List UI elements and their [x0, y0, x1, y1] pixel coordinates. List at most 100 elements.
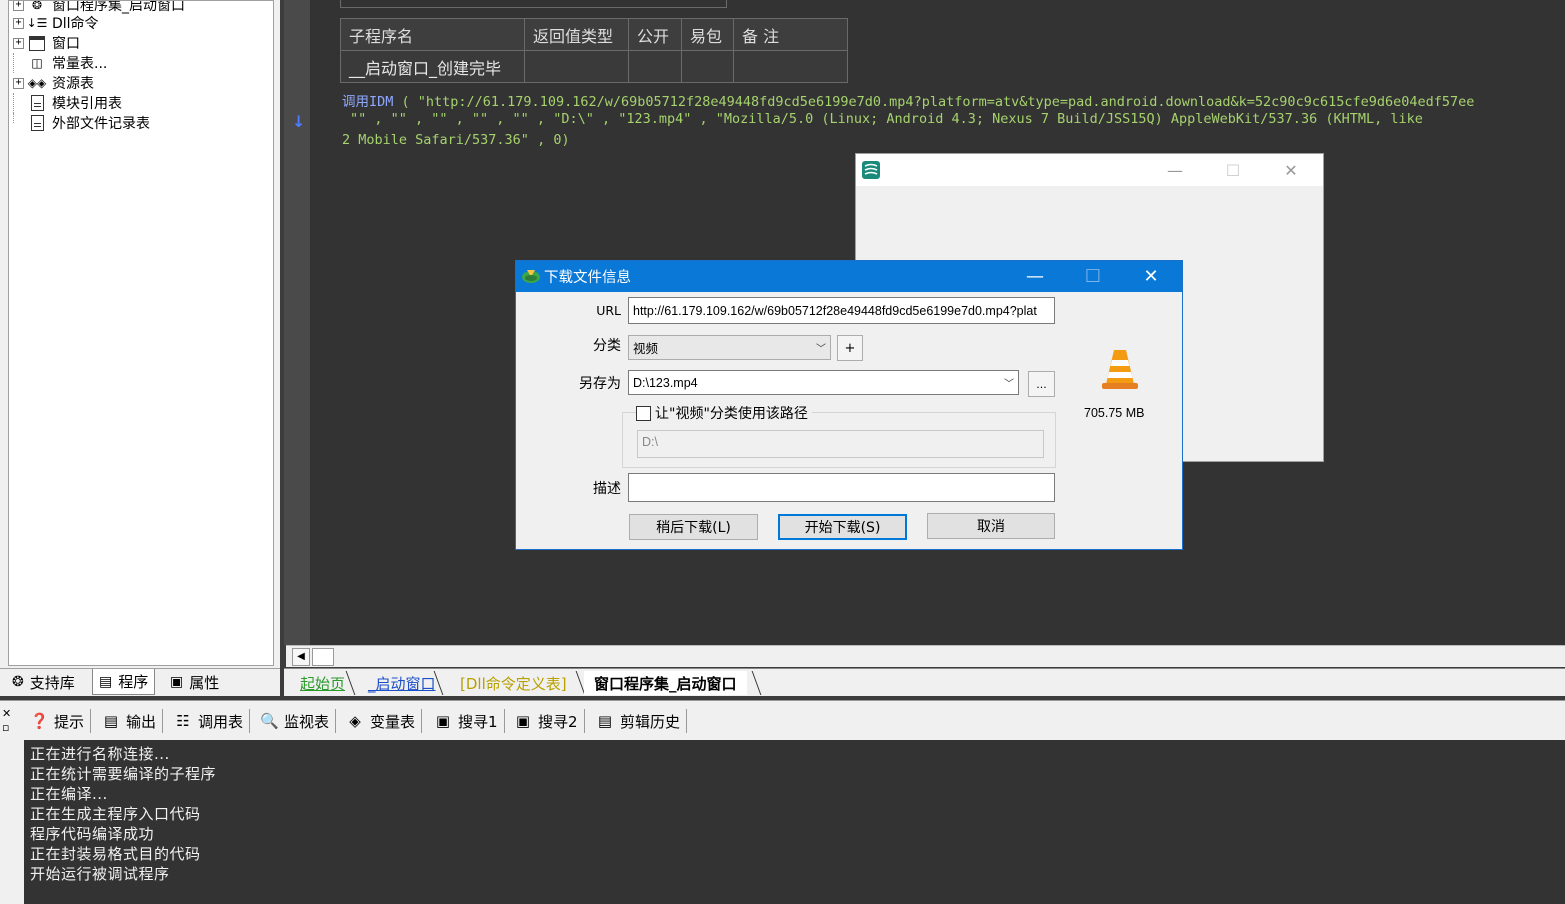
- add-category-button[interactable]: +: [837, 335, 863, 361]
- remember-path-option[interactable]: 让"视频"分类使用该路径: [636, 403, 812, 423]
- code-line-1[interactable]: 调用IDM ( "http://61.179.109.162/w/69b0571…: [342, 90, 1474, 110]
- close-icon[interactable]: ✕: [1262, 154, 1320, 186]
- code-line-2[interactable]: "" , "" , "" , "" , "" , "D:\" , "123.mp…: [350, 111, 1423, 127]
- tab-search1[interactable]: ▣ 搜寻1: [434, 709, 505, 733]
- hint-icon: ❓: [30, 712, 49, 730]
- saveas-field[interactable]: D:\123.mp4 ﹀: [628, 370, 1019, 395]
- tab-label: 提示: [54, 712, 85, 731]
- function-name: 调用IDM: [342, 94, 394, 110]
- tab-search2[interactable]: ▣ 搜寻2: [514, 709, 585, 733]
- tab-start-page[interactable]: 起始页: [290, 671, 355, 695]
- tree-item-resource-table[interactable]: + ◈◈ 资源表: [9, 73, 94, 93]
- constant-table-icon: ◫: [31, 56, 43, 70]
- browse-button[interactable]: ...: [1028, 371, 1055, 397]
- tab-dll-definitions[interactable]: [Dll命令定义表]: [450, 671, 577, 695]
- tab-label: 变量表: [370, 712, 416, 731]
- library-icon: ❂: [12, 674, 24, 690]
- tree-item-module-reference[interactable]: 模块引用表: [9, 93, 122, 113]
- tree-item-label: 常量表...: [52, 56, 108, 72]
- tree-item-label: 外部文件记录表: [52, 116, 150, 132]
- scroll-left-icon[interactable]: ◀: [292, 648, 310, 666]
- scroll-thumb[interactable]: [312, 648, 334, 666]
- category-value: 视频: [633, 342, 659, 356]
- tab-label: 支持库: [29, 673, 75, 692]
- tab-startup-window[interactable]: _启动窗口: [358, 671, 446, 695]
- chevron-down-icon[interactable]: ﹀: [812, 336, 830, 359]
- saveas-value: D:\123.mp4: [633, 375, 698, 390]
- properties-icon: ▣: [170, 674, 184, 690]
- description-label: 描述: [593, 481, 621, 497]
- minimize-icon[interactable]: —: [1006, 261, 1064, 292]
- column-header: 子程序名: [340, 18, 525, 51]
- tree-item-external-file[interactable]: 外部文件记录表: [9, 113, 150, 133]
- dialog-titlebar[interactable]: 下载文件信息 — ☐ ✕: [516, 261, 1182, 292]
- output-line: 正在生成主程序入口代码: [30, 805, 201, 823]
- subroutine-name-cell[interactable]: __启动窗口_创建完毕: [340, 50, 525, 83]
- tab-call-table[interactable]: ☷ 调用表: [174, 709, 251, 733]
- public-cell[interactable]: [628, 50, 682, 83]
- table-row[interactable]: __启动窗口_创建完毕: [340, 50, 848, 83]
- expand-icon[interactable]: +: [13, 17, 24, 29]
- column-header: 公开: [628, 18, 682, 51]
- search2-icon: ▣: [515, 712, 531, 730]
- breakpoint-arrow-icon: ↓: [292, 112, 306, 131]
- tree-item-constant-table[interactable]: ◫ 常量表...: [9, 53, 107, 73]
- file-size: 705.75 MB: [1084, 406, 1145, 420]
- cancel-button[interactable]: 取消: [927, 513, 1055, 539]
- output-line: 程序代码编译成功: [30, 825, 155, 843]
- table-header-row: 子程序名 返回值类型 公开 易包 备 注: [340, 18, 848, 51]
- expand-icon[interactable]: +: [13, 77, 24, 89]
- tree-item-window[interactable]: + 窗口: [9, 33, 80, 53]
- output-panel[interactable]: 正在进行名称连接... 正在统计需要编译的子程序 正在编译... 正在生成主程序…: [24, 740, 1565, 904]
- tab-program[interactable]: ▤ 程序: [92, 669, 156, 695]
- tab-label: 输出: [126, 712, 157, 731]
- url-field[interactable]: http://61.179.109.162/w/69b05712f28e4944…: [628, 297, 1055, 324]
- code-line-3[interactable]: 2 Mobile Safari/537.36" , 0): [342, 132, 570, 148]
- tab-support-library[interactable]: ❂ 支持库: [6, 669, 81, 695]
- expand-icon[interactable]: +: [13, 37, 24, 49]
- category-select[interactable]: 视频 ﹀: [628, 335, 831, 360]
- tree-item-dll-command[interactable]: + ↓☰ Dll命令: [9, 13, 99, 33]
- module-reference-icon: [28, 95, 46, 111]
- chevron-down-icon[interactable]: ﹀: [1000, 371, 1018, 394]
- tab-variables[interactable]: ◈ 变量表: [346, 709, 423, 733]
- output-gutter: [0, 740, 24, 904]
- column-header: 备 注: [733, 18, 848, 51]
- tab-label: 搜寻1: [458, 712, 498, 731]
- expand-icon[interactable]: +: [13, 1, 24, 11]
- remember-path-label: 让"视频"分类使用该路径: [655, 406, 808, 422]
- vlc-file-type-icon: [1102, 350, 1138, 389]
- remark-cell[interactable]: [733, 50, 848, 83]
- window-assembly-icon: ❂: [31, 0, 43, 12]
- close-icon[interactable]: ✕ ▫: [2, 707, 11, 735]
- horizontal-scrollbar[interactable]: ◀: [286, 645, 1565, 667]
- maximize-icon[interactable]: ☐: [1064, 261, 1122, 292]
- description-field[interactable]: [628, 473, 1055, 502]
- easy-package-cell[interactable]: [681, 50, 734, 83]
- category-label: 分类: [593, 338, 621, 354]
- output-line: 正在封装易格式目的代码: [30, 845, 201, 863]
- download-later-button[interactable]: 稍后下载(L): [629, 514, 758, 540]
- remember-path-checkbox[interactable]: [636, 405, 651, 421]
- tab-properties[interactable]: ▣ 属性: [164, 669, 225, 695]
- return-type-cell[interactable]: [524, 50, 629, 83]
- tab-watch[interactable]: 🔍 监视表: [260, 709, 337, 733]
- maximize-icon[interactable]: ☐: [1204, 154, 1262, 186]
- watch-icon: 🔍: [260, 712, 279, 730]
- startup-window-titlebar[interactable]: — ☐ ✕: [856, 154, 1323, 186]
- output-line: 正在统计需要编译的子程序: [30, 765, 217, 783]
- subroutine-table: 子程序名 返回值类型 公开 易包 备 注 __启动窗口_创建完毕: [340, 18, 848, 83]
- tab-clipboard-history[interactable]: ▤ 剪辑历史: [596, 709, 688, 733]
- output-toolbar: ✕ ▫ ❓ 提示 ▤ 输出 ☷ 调用表 🔍 监视表 ◈ 变量表 ▣ 搜寻1 ▣ 搜…: [0, 700, 1565, 740]
- tab-output[interactable]: ▤ 输出: [102, 709, 164, 733]
- resource-table-icon: ◈◈: [27, 76, 47, 90]
- tree-line: [13, 93, 24, 113]
- minimize-icon[interactable]: —: [1146, 154, 1204, 186]
- close-icon[interactable]: ✕: [1122, 261, 1180, 292]
- tab-label: 调用表: [198, 712, 244, 731]
- tab-label: 搜寻2: [538, 712, 578, 731]
- tab-hint[interactable]: ❓ 提示: [30, 709, 92, 733]
- tab-window-assembly[interactable]: 窗口程序集_启动窗口: [584, 671, 747, 695]
- start-download-button[interactable]: 开始下载(S): [778, 514, 907, 540]
- output-line: 正在编译...: [30, 785, 108, 803]
